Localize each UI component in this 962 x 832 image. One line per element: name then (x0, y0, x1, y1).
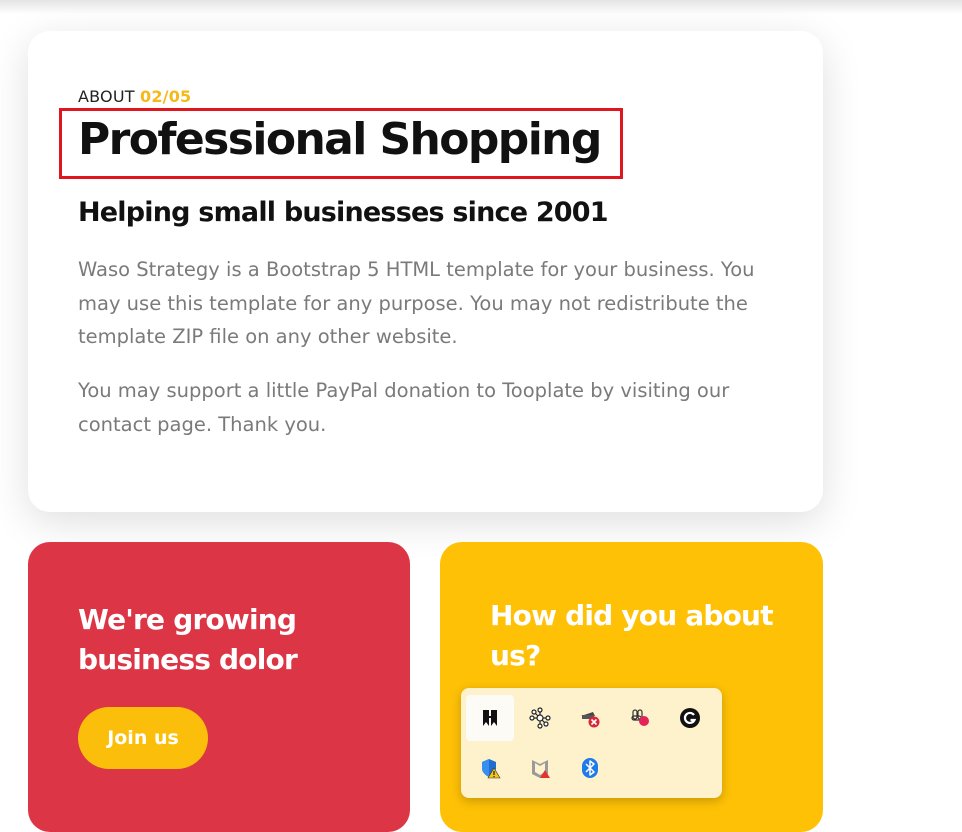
about-paragraph-1: Waso Strategy is a Bootstrap 5 HTML temp… (78, 258, 755, 348)
disconnected-app-icon[interactable] (566, 695, 614, 741)
security-warning-icon[interactable] (466, 745, 514, 791)
section-eyebrow: ABOUT 02/05 (78, 87, 191, 106)
mcafee-icon[interactable] (516, 745, 564, 791)
eyebrow-number: 02/05 (140, 87, 192, 106)
system-tray-overflow (461, 688, 722, 798)
bluetooth-icon[interactable] (566, 745, 614, 791)
page-title: Professional Shopping (78, 114, 602, 165)
growing-card: We're growing business dolor Join us (28, 542, 410, 832)
network-nodes-icon[interactable] (516, 695, 564, 741)
growing-title: We're growing business dolor (78, 603, 298, 676)
slack-icon[interactable] (616, 695, 664, 741)
top-shadow (0, 0, 962, 14)
about-card: ABOUT 02/05 Professional Shopping Helpin… (28, 31, 823, 512)
join-us-button[interactable]: Join us (78, 707, 208, 769)
grammarly-icon[interactable] (666, 695, 714, 741)
eyebrow-label: ABOUT (78, 87, 135, 106)
about-paragraph-2: You may support a little PayPal donation… (78, 379, 730, 436)
bookmark-app-icon[interactable] (466, 695, 514, 741)
page-subtitle: Helping small businesses since 2001 (78, 197, 609, 228)
how-title: How did you about us? (490, 599, 774, 672)
